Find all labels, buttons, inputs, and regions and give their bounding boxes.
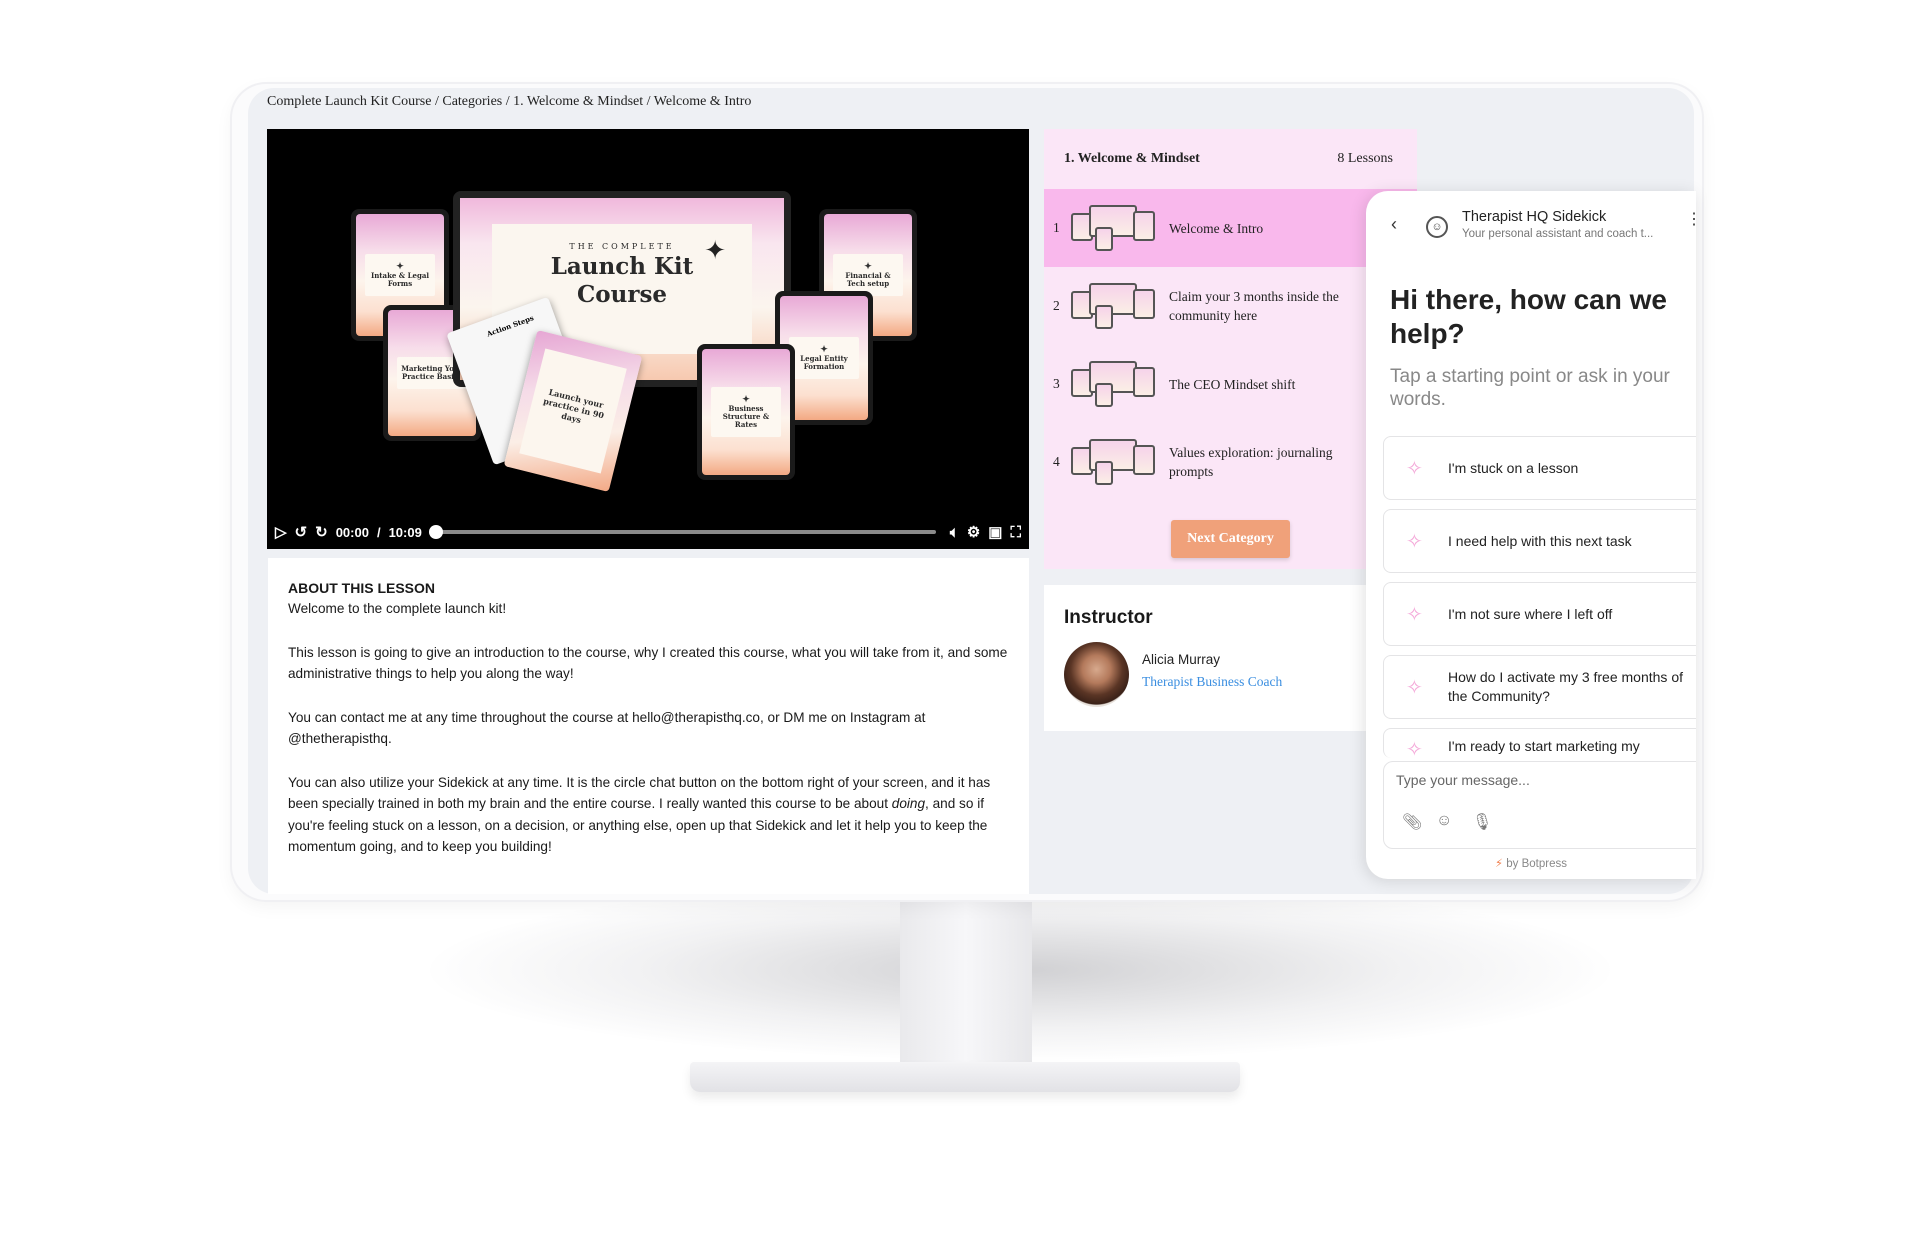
about-p3-emphasis: doing (891, 796, 926, 811)
paper-label: Launch your practice in 90 days (542, 386, 606, 426)
instructor-card: Instructor Alicia Murray Therapist Busin… (1044, 585, 1417, 731)
suggestion-text: I'm not sure where I left off (1448, 605, 1613, 622)
about-intro: Welcome to the complete launch kit! (288, 601, 507, 616)
instructor-name: Alicia Murray (1142, 652, 1221, 667)
sparkle-icon: ✧ (1406, 530, 1423, 553)
pip-icon[interactable]: ▣ (988, 525, 1002, 540)
back-chevron-icon[interactable]: ‹ (1391, 214, 1397, 235)
about-p3-start: You can also utilize your Sidekick at an… (288, 774, 991, 812)
volume-icon[interactable]: 🔈︎ (950, 525, 959, 540)
avatar (1064, 642, 1129, 707)
progress-bar[interactable] (428, 525, 936, 539)
suggestion-stuck-lesson[interactable]: ✧ I'm stuck on a lesson (1383, 436, 1696, 500)
lesson-number: 3 (1053, 376, 1060, 391)
lessons-header: 1. Welcome & Mindset 8 Lessons (1044, 129, 1417, 189)
device-label: Intake & Legal Forms (370, 271, 430, 289)
monitor-stand-neck (900, 898, 1032, 1076)
forward-icon[interactable]: ↻ (315, 525, 328, 540)
bot-avatar-icon: ☺ (1426, 216, 1448, 238)
instructor-role-link[interactable]: Therapist Business Coach (1142, 674, 1282, 690)
video-controls: ▷ ↺ ↻ 00:00 / 10:09 🔈︎ ⚙ ▣ ⛶ (267, 515, 1029, 549)
time-separator: / (376, 524, 381, 540)
lesson-title: The CEO Mindset shift (1169, 376, 1296, 392)
suggestion-left-off[interactable]: ✧ I'm not sure where I left off (1383, 582, 1696, 646)
video-thumbnail[interactable]: ✦ Intake & Legal Forms Marketing Your Pra… (267, 129, 1029, 519)
powered-by[interactable]: ⚡︎ by Botpress (1366, 856, 1696, 870)
chat-title: Therapist HQ Sidekick (1462, 209, 1607, 225)
category-title: 1. Welcome & Mindset (1064, 151, 1200, 166)
about-paragraph-3: You can also utilize your Sidekick at an… (288, 772, 1009, 858)
more-menu-icon[interactable]: ⋮ (1686, 209, 1696, 229)
about-paragraph-1: This lesson is going to give an introduc… (288, 644, 1008, 682)
next-category-button[interactable]: Next Category (1171, 520, 1290, 558)
monitor-stand-base (690, 1062, 1240, 1092)
lesson-thumbnail (1071, 283, 1155, 329)
lesson-item-4[interactable]: 4 Values exploration: journaling prompts (1044, 423, 1417, 501)
lesson-number: 1 (1053, 220, 1060, 235)
sparkle-icon: ✦ (704, 236, 726, 266)
bolt-icon: ⚡︎ (1494, 858, 1504, 870)
duration: 10:09 (388, 524, 422, 540)
suggestion-text: I need help with this next task (1448, 532, 1632, 549)
lesson-title: Welcome & Intro (1169, 220, 1264, 236)
message-input[interactable] (1396, 772, 1696, 788)
attach-icon[interactable]: 📎︎ (1402, 812, 1422, 832)
suggestion-text: I'm ready to start marketing my (1448, 738, 1640, 754)
chat-greeting: Hi there, how can we help? (1390, 284, 1667, 349)
device-label: Business Structure & Rates (722, 404, 770, 430)
lessons-panel: 1. Welcome & Mindset 8 Lessons 1 Welcome… (1044, 129, 1417, 569)
sparkle-icon: ✧ (1406, 739, 1423, 758)
sparkle-icon: ✧ (1406, 676, 1423, 699)
lesson-title: Claim your 3 months inside the community… (1169, 289, 1339, 323)
suggestion-activate-community[interactable]: ✧ How do I activate my 3 free months of … (1383, 655, 1696, 719)
sparkle-icon: ✧ (1406, 457, 1423, 480)
lesson-count: 8 Lessons (1337, 151, 1393, 166)
settings-icon[interactable]: ⚙ (967, 525, 980, 540)
suggestion-marketing[interactable]: ✧ I'm ready to start marketing my (1383, 728, 1696, 758)
fullscreen-icon[interactable]: ⛶ (1010, 525, 1021, 540)
breadcrumb[interactable]: Complete Launch Kit Course / Categories … (267, 94, 751, 110)
sparkle-icon: ✧ (1406, 603, 1423, 626)
rewind-icon[interactable]: ↺ (295, 525, 308, 540)
suggestion-text: How do I activate my 3 free months of th… (1448, 669, 1683, 704)
play-icon[interactable]: ▷ (275, 525, 287, 540)
device-business-structure: ✦ Business Structure & Rates (697, 344, 795, 480)
suggestion-next-task[interactable]: ✧ I need help with this next task (1383, 509, 1696, 573)
device-label: Financial & Tech setup (845, 271, 891, 289)
about-heading: ABOUT THIS LESSON (288, 580, 436, 596)
powered-by-text: by Botpress (1506, 858, 1567, 870)
lesson-thumbnail (1071, 439, 1155, 485)
lesson-item-3[interactable]: 3 The CEO Mindset shift (1044, 345, 1417, 423)
suggestion-text: I'm stuck on a lesson (1448, 459, 1579, 476)
about-lesson-panel: ABOUT THIS LESSON Welcome to the complet… (268, 558, 1029, 894)
chat-subtitle: Your personal assistant and coach t... (1462, 228, 1654, 240)
instructor-heading: Instructor (1064, 607, 1153, 628)
device-label: Legal Entity Formation (800, 354, 848, 372)
chat-header: ‹ ☺ Therapist HQ Sidekick Your personal … (1366, 191, 1696, 263)
chat-widget: ‹ ☺ Therapist HQ Sidekick Your personal … (1366, 191, 1696, 879)
lesson-title: Values exploration: journaling prompts (1169, 445, 1333, 479)
current-time: 00:00 (335, 524, 369, 540)
progress-handle[interactable] (428, 525, 443, 539)
lesson-thumbnail (1071, 361, 1155, 407)
lesson-number: 2 (1053, 298, 1060, 313)
lesson-item-2[interactable]: 2 Claim your 3 months inside the communi… (1044, 267, 1417, 345)
chat-prompt: Tap a starting point or ask in your word… (1390, 366, 1670, 410)
emoji-icon[interactable]: ☺ (1436, 812, 1452, 830)
video-player[interactable]: ✦ Intake & Legal Forms Marketing Your Pra… (267, 129, 1029, 549)
microphone-icon[interactable]: 🎙︎ (1472, 812, 1492, 832)
lesson-number: 4 (1053, 454, 1060, 469)
lesson-item-1[interactable]: 1 Welcome & Intro (1044, 189, 1417, 267)
lesson-thumbnail (1071, 205, 1155, 251)
about-paragraph-2: You can contact me at any time throughou… (288, 709, 926, 747)
message-composer: 📎︎ ☺ 🎙︎ (1383, 761, 1696, 849)
